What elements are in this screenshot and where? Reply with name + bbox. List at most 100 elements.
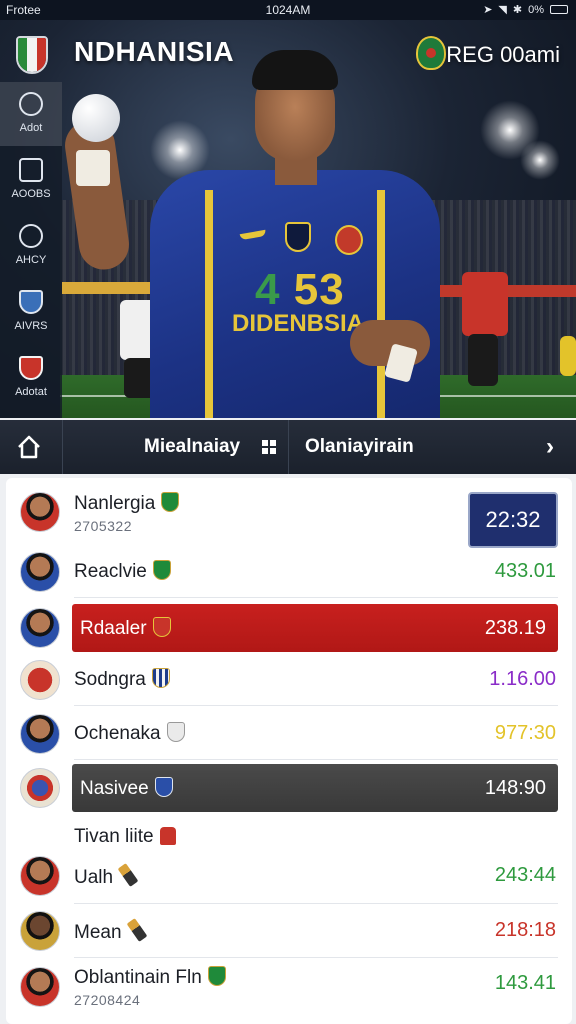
flag-badge-icon[interactable] [16, 36, 48, 74]
row-divider [74, 705, 558, 706]
chevron-right-icon[interactable]: › [546, 433, 554, 461]
player-name-text: Nanlergia [74, 493, 156, 514]
background-player-red [462, 272, 508, 336]
rail-item-adot[interactable]: Adot [0, 82, 62, 146]
player-name: Oblantinain Fln [74, 966, 226, 989]
team-badge-icon [161, 492, 180, 512]
jersey-number-prefix: 4 [255, 265, 281, 314]
player-name: Sodngra [74, 668, 170, 691]
brand-logo-icon [239, 229, 267, 241]
avatar [20, 552, 60, 592]
rail-item-ahcy[interactable]: AHCY [0, 214, 62, 278]
jersey-number: 4 53 [255, 265, 345, 315]
flag-stripe [36, 38, 46, 72]
avatar [20, 911, 60, 951]
jersey-text: DIDENBSIA [232, 310, 365, 337]
highlight-row[interactable]: Rdaaler 238.19 [72, 604, 558, 652]
rail-item-aivrs[interactable]: AIVRS [0, 280, 62, 344]
score-value: 238.19 [484, 617, 546, 639]
trophy-icon [159, 827, 176, 845]
stadium-light [520, 140, 560, 180]
player-name-text: Ualh [74, 867, 114, 888]
rail-item-label: AHCY [15, 254, 47, 266]
status-icons: ➤ ◥ ✱ 0% [483, 3, 568, 16]
list-item[interactable]: Nasivee 148:90 [6, 762, 572, 814]
jersey-badge-icon [335, 225, 363, 255]
list-item[interactable]: Ualh 243:44 [6, 848, 572, 904]
score-value: 218:18 [494, 919, 556, 941]
player-name-text: Oblantinain Fln [74, 967, 202, 988]
player-name-text: Sodngra [74, 669, 146, 690]
avatar [20, 492, 60, 532]
player-name: Reaclvie [74, 560, 171, 583]
list-item[interactable]: Oblantinain Fln 27208424 143.41 [6, 958, 572, 1018]
player-id: 2705322 [74, 518, 133, 534]
score-value: 143.41 [494, 972, 556, 994]
leaderboard-list: Nanlergia 2705322 22:32 Reaclvie 433.01 … [6, 478, 572, 1024]
rail-item-aoobs[interactable]: AOOBS [0, 148, 62, 212]
shield-icon [19, 290, 43, 314]
team-badge-icon [166, 722, 185, 742]
score-value: 148:90 [484, 777, 546, 799]
background-player-shorts [468, 334, 498, 386]
list-item[interactable]: Sodngra 1.16.00 [6, 654, 572, 706]
player-name: Rdaaler [80, 617, 171, 640]
list-item[interactable]: Nanlergia 2705322 22:32 [6, 486, 572, 548]
list-item[interactable]: Rdaaler 238.19 [6, 602, 572, 654]
battery-icon [550, 5, 568, 14]
jersey-crest-icon [285, 222, 311, 252]
flag-stripe [18, 38, 28, 72]
list-item[interactable]: Ochenaka 977:30 [6, 708, 572, 760]
tab-olaniayirain[interactable]: Olaniayirain [305, 436, 414, 458]
player-name: Ualh [74, 863, 139, 889]
clock-icon [19, 92, 43, 116]
score-value: 1.16.00 [489, 668, 556, 690]
rail-item-adotat[interactable]: Adotat [0, 346, 62, 410]
time-value-box[interactable]: 22:32 [468, 492, 558, 548]
location-icon: ➤ [483, 4, 493, 16]
score-value: 977:30 [494, 722, 556, 744]
flag-stripe [27, 38, 37, 72]
section-label-text: Tivan liite [74, 826, 154, 847]
header-right-label[interactable]: REG 00ami [446, 42, 560, 68]
nav-divider [288, 420, 289, 474]
team-badge-icon [154, 777, 173, 797]
list-item[interactable]: Reaclvie 433.01 [6, 546, 572, 598]
wifi-icon: ◥ [498, 4, 507, 16]
hero-banner: 4 53 DIDENBSIA NDHANISIA REG 00ami [0, 20, 576, 418]
avatar [20, 660, 60, 700]
home-icon[interactable] [14, 432, 44, 462]
tab-mealnaiay[interactable]: Miealnaiay [144, 436, 240, 458]
player-name-text: Reaclvie [74, 561, 147, 582]
player-name-text: Ochenaka [74, 723, 161, 744]
team-badge-icon [152, 617, 171, 637]
player-name: Ochenaka [74, 722, 185, 745]
red-shield-icon [19, 356, 43, 380]
nav-bar: Miealnaiay Olaniayirain › [0, 420, 576, 474]
grid-icon[interactable] [262, 440, 276, 454]
torch-icon [126, 918, 147, 942]
player-id: 27208424 [74, 992, 141, 1008]
avatar [20, 714, 60, 754]
highlight-row[interactable]: Nasivee 148:90 [72, 764, 558, 812]
battery-label: 0% [528, 3, 544, 16]
avatar [20, 768, 60, 808]
player-name: Nanlergia [74, 492, 180, 515]
team-badge-icon [151, 668, 170, 688]
rail-item-label: Adot [19, 122, 43, 134]
avatar [20, 608, 60, 648]
player-name-text: Rdaaler [80, 618, 147, 639]
side-rail: Adot AOOBS AHCY AIVRS Adotat [0, 82, 62, 418]
club-badge-icon[interactable] [416, 36, 446, 70]
torch-icon [117, 863, 139, 887]
team-badge-icon [207, 966, 226, 986]
background-player-yellow [560, 336, 576, 376]
list-item[interactable]: Mean 218:18 [6, 904, 572, 958]
player-name: Mean [74, 918, 147, 944]
player-wristband [76, 150, 110, 186]
row-divider [74, 597, 558, 598]
ball-icon [72, 94, 120, 142]
rail-item-label: AIVRS [14, 320, 48, 332]
rail-item-label: AOOBS [11, 188, 51, 200]
team-badge-icon [152, 560, 171, 580]
